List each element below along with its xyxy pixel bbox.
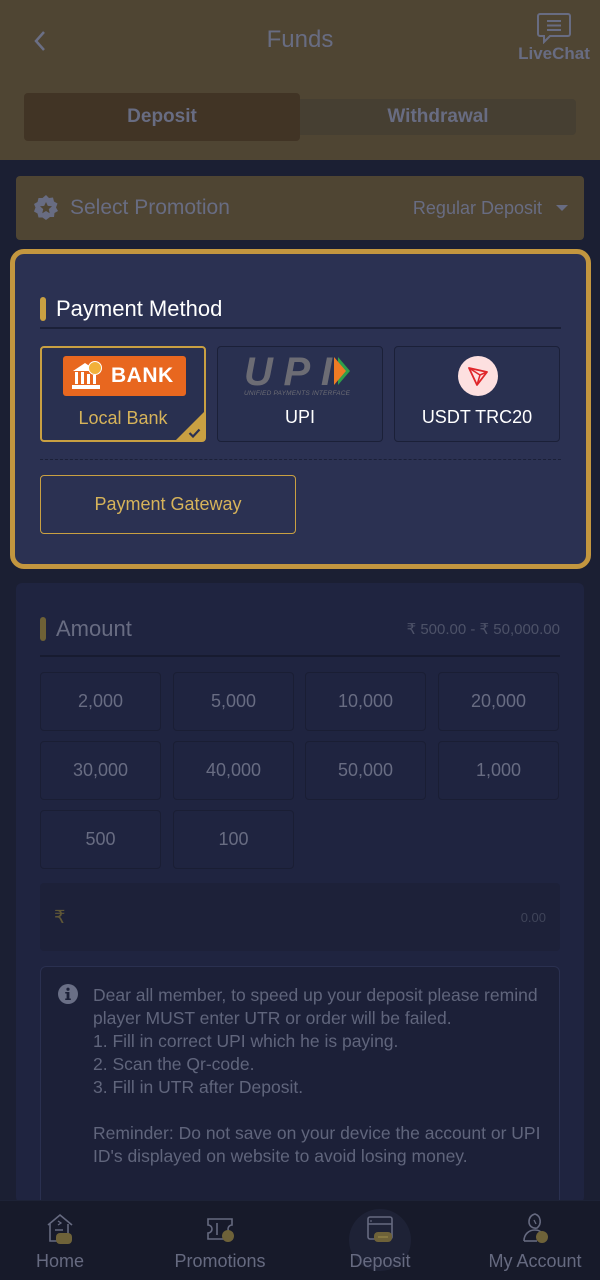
nav-label: My Account	[488, 1251, 582, 1271]
amount-chip[interactable]: 30,000	[40, 741, 161, 800]
method-upi[interactable]: UPI UNIFIED PAYMENTS INTERFACE UPI	[217, 346, 383, 442]
nav-deposit[interactable]: Deposit	[320, 1201, 440, 1280]
divider	[40, 655, 560, 657]
nav-my-account[interactable]: My Account	[470, 1201, 600, 1280]
payment-method-card: Payment Method BANK Local Bank UPI UNIFI…	[10, 249, 591, 569]
method-usdt-trc20[interactable]: USDT TRC20	[394, 346, 560, 442]
section-accent-bar	[40, 617, 46, 641]
amount-chip[interactable]: 1,000	[438, 741, 559, 800]
divider	[40, 327, 561, 329]
info-icon	[58, 984, 78, 1004]
check-icon	[188, 428, 201, 438]
nav-label: Promotions	[174, 1251, 266, 1271]
method-label: USDT TRC20	[421, 407, 533, 427]
notice-text: Dear all member, to speed up your deposi…	[93, 985, 541, 1166]
bank-logo-text: BANK	[111, 364, 174, 387]
badge-star-icon	[34, 195, 58, 220]
chat-icon	[537, 13, 571, 44]
ticket-icon	[207, 1218, 234, 1242]
amount-header: Amount ₹ 500.00 - ₹ 50,000.00	[40, 609, 560, 649]
amount-chip[interactable]: 2,000	[40, 672, 161, 731]
livechat-label: LiveChat	[518, 44, 590, 63]
promotion-label: Select Promotion	[70, 196, 230, 219]
bank-building-icon	[72, 361, 102, 389]
amount-range: ₹ 500.00 - ₹ 50,000.00	[406, 621, 560, 638]
amount-chip[interactable]: 5,000	[173, 672, 294, 731]
method-label: UPI	[284, 407, 315, 427]
bank-logo: BANK	[63, 356, 186, 396]
section-accent-bar	[40, 297, 46, 321]
amount-title: Amount	[56, 616, 132, 641]
currency-symbol: ₹	[54, 906, 66, 927]
amount-chip[interactable]: 10,000	[305, 672, 426, 731]
payment-gateway-button[interactable]: Payment Gateway	[40, 475, 296, 534]
home-icon	[47, 1213, 73, 1244]
nav-home[interactable]: Home	[0, 1201, 120, 1280]
payment-method-title: Payment Method	[56, 296, 223, 321]
header: Funds LiveChat Deposit Withdrawal	[0, 0, 600, 160]
funds-tabs: Deposit Withdrawal	[24, 93, 576, 141]
deposit-notice: Dear all member, to speed up your deposi…	[40, 966, 560, 1226]
caret-down-icon	[556, 205, 568, 211]
amount-chip[interactable]: 40,000	[173, 741, 294, 800]
wallet-card-icon	[367, 1216, 393, 1242]
upi-logo-text: UPI	[244, 353, 333, 394]
amount-chip[interactable]: 500	[40, 810, 161, 869]
amount-chip[interactable]: 20,000	[438, 672, 559, 731]
method-local-bank[interactable]: BANK Local Bank	[40, 346, 206, 442]
nav-label: Deposit	[349, 1251, 411, 1271]
dashed-divider	[40, 459, 561, 460]
svg-text:UNIFIED PAYMENTS INTERFACE: UNIFIED PAYMENTS INTERFACE	[244, 390, 351, 397]
amount-section: Amount ₹ 500.00 - ₹ 50,000.00 2,000 5,00…	[16, 583, 584, 1226]
page-title: Funds	[266, 26, 334, 53]
user-icon	[523, 1213, 548, 1243]
tron-icon	[458, 356, 498, 396]
promotion-select[interactable]: Select Promotion Regular Deposit	[16, 176, 584, 240]
promotion-value: Regular Deposit	[412, 197, 542, 218]
upi-logo-icon: UPI UNIFIED PAYMENTS INTERFACE	[244, 353, 351, 397]
nav-label: Home	[35, 1251, 84, 1271]
amount-chip[interactable]: 100	[173, 810, 294, 869]
tab-deposit[interactable]: Deposit	[24, 93, 300, 141]
payment-method-header: Payment Method	[40, 289, 561, 329]
payment-methods: BANK Local Bank UPI UNIFIED PAYMENTS INT…	[40, 346, 561, 442]
bottom-nav: Home Promotions Deposit My Account	[0, 1200, 600, 1280]
nav-promotions[interactable]: Promotions	[150, 1201, 290, 1280]
amount-chip[interactable]: 50,000	[305, 741, 426, 800]
livechat-button[interactable]: LiveChat	[512, 12, 596, 64]
amount-input[interactable]: ₹ 0.00	[40, 883, 560, 951]
amount-placeholder: 0.00	[520, 909, 546, 925]
tab-withdrawal[interactable]: Withdrawal	[300, 99, 576, 135]
